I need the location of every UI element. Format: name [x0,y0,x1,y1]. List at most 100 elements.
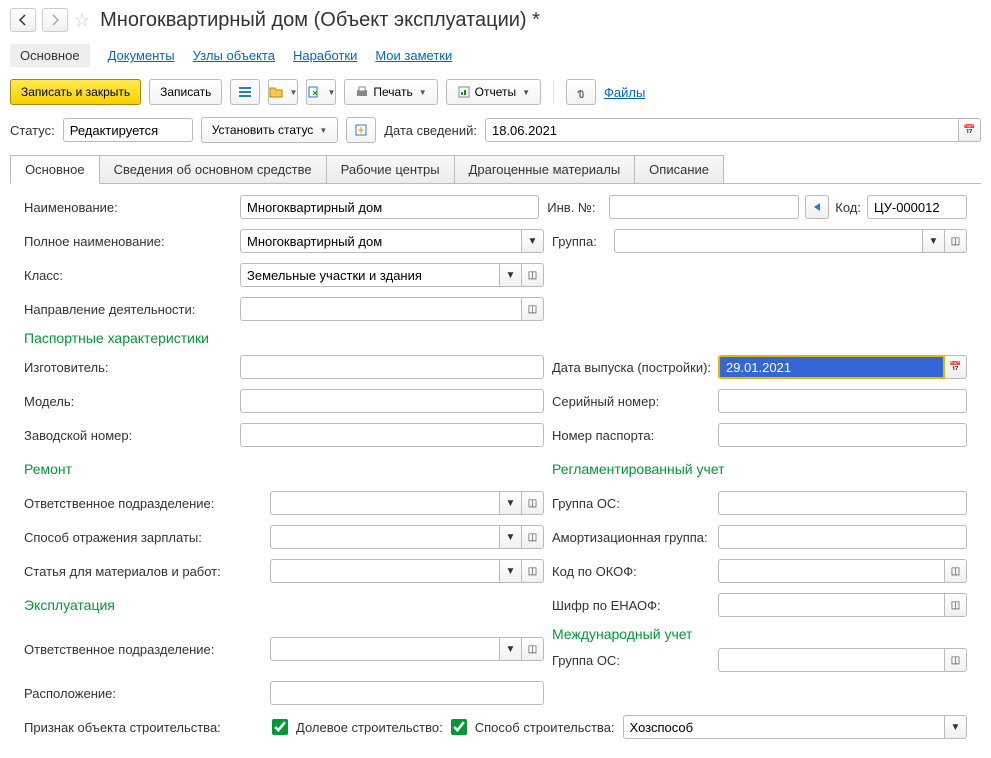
os-group2-label: Группа ОС: [552,653,712,668]
open-icon[interactable]: ◫ [945,648,967,672]
page-title: Многоквартирный дом (Объект эксплуатации… [100,9,540,32]
dropdown-icon[interactable]: ▼ [500,525,522,549]
shared-label: Долевое строительство: [296,720,443,735]
enaof-field[interactable] [718,593,945,617]
amort-field[interactable] [718,525,967,549]
print-button[interactable]: Печать▼ [344,79,437,105]
name-field[interactable] [240,195,539,219]
favorite-star-icon[interactable]: ☆ [74,10,90,31]
shared-checkbox[interactable] [451,719,467,735]
resp2-label: Ответственное подразделение: [24,642,264,657]
constr-checkbox[interactable] [272,719,288,735]
dropdown-icon[interactable]: ▼ [945,715,967,739]
maker-label: Изготовитель: [24,360,234,375]
resp-label: Ответственное подразделение: [24,496,264,511]
open-icon[interactable]: ◫ [522,297,544,321]
regl-section: Регламентированный учет [552,461,725,477]
nav-tabs: Основное Документы Узлы объекта Наработк… [0,40,991,71]
nav-notes[interactable]: Мои заметки [375,48,452,63]
repair-section: Ремонт [24,461,72,477]
article-label: Статья для материалов и работ: [24,564,264,579]
status-label: Статус: [10,123,55,138]
status-field[interactable] [63,118,193,142]
info-date-field[interactable] [485,118,959,142]
factory-field[interactable] [240,423,544,447]
files-link[interactable]: Файлы [604,85,645,100]
forward-button[interactable] [42,8,68,32]
constr-label: Признак объекта строительства: [24,720,264,735]
release-label: Дата выпуска (постройки): [552,360,712,375]
dropdown-icon[interactable]: ▼ [500,491,522,515]
article-field[interactable] [270,559,500,583]
open-icon[interactable]: ◫ [945,593,967,617]
tab-centers[interactable]: Рабочие центры [326,155,455,184]
save-close-button[interactable]: Записать и закрыть [10,79,141,105]
tab-main[interactable]: Основное [10,155,100,184]
back-button[interactable] [10,8,36,32]
folder-icon-button[interactable]: ▼ [268,79,298,105]
resp2-field[interactable] [270,637,500,661]
nav-docs[interactable]: Документы [108,48,175,63]
group-field[interactable] [614,229,923,253]
open-icon[interactable]: ◫ [945,559,967,583]
open-icon[interactable]: ◫ [522,263,544,287]
attach-button[interactable] [566,79,596,105]
refresh-button[interactable] [346,117,376,143]
open-icon[interactable]: ◫ [522,559,544,583]
class-field[interactable] [240,263,500,287]
passport-no-label: Номер паспорта: [552,428,712,443]
tab-asset[interactable]: Сведения об основном средстве [99,155,327,184]
amort-label: Амортизационная группа: [552,530,712,545]
open-icon[interactable]: ◫ [522,491,544,515]
dropdown-icon[interactable]: ▼ [500,263,522,287]
code-label: Код: [835,200,861,215]
list-icon-button[interactable] [230,79,260,105]
serial-field[interactable] [718,389,967,413]
code-field[interactable] [867,195,967,219]
nav-nodes[interactable]: Узлы объекта [193,48,275,63]
open-icon[interactable]: ◫ [945,229,967,253]
activity-field[interactable] [240,297,522,321]
info-date-label: Дата сведений: [384,123,477,138]
os-group2-field[interactable] [718,648,945,672]
os-group-field[interactable] [718,491,967,515]
open-icon[interactable]: ◫ [522,525,544,549]
maker-field[interactable] [240,355,544,379]
fill-arrow-icon[interactable] [805,195,829,219]
tab-desc[interactable]: Описание [634,155,724,184]
set-status-button[interactable]: Установить статус▼ [201,117,339,143]
form-tabs: Основное Сведения об основном средстве Р… [10,155,981,184]
open-icon[interactable]: ◫ [522,637,544,661]
calendar-icon[interactable]: 📅 [945,355,967,379]
method-field[interactable] [623,715,945,739]
enaof-label: Шифр по ЕНАОФ: [552,598,712,613]
expl-section: Эксплуатация [24,597,115,613]
dropdown-icon[interactable]: ▼ [500,637,522,661]
resp-field[interactable] [270,491,500,515]
okof-field[interactable] [718,559,945,583]
model-label: Модель: [24,394,234,409]
passport-no-field[interactable] [718,423,967,447]
fullname-field[interactable] [240,229,522,253]
calendar-icon[interactable]: 📅 [959,118,981,142]
intl-section: Международный учет [552,626,692,642]
save-button[interactable]: Записать [149,79,222,105]
serial-label: Серийный номер: [552,394,712,409]
model-field[interactable] [240,389,544,413]
release-field[interactable] [718,355,945,379]
dropdown-icon[interactable]: ▼ [500,559,522,583]
nav-work[interactable]: Наработки [293,48,357,63]
factory-label: Заводской номер: [24,428,234,443]
class-label: Класс: [24,268,234,283]
dropdown-icon[interactable]: ▼ [923,229,945,253]
inv-label: Инв. №: [547,200,603,215]
copy-icon-button[interactable]: ▼ [306,79,336,105]
salary-field[interactable] [270,525,500,549]
activity-label: Направление деятельности: [24,302,234,317]
dropdown-icon[interactable]: ▼ [522,229,544,253]
reports-button[interactable]: Отчеты▼ [446,79,541,105]
nav-main[interactable]: Основное [10,44,90,67]
inv-field[interactable] [609,195,799,219]
location-field[interactable] [270,681,544,705]
tab-precious[interactable]: Драгоценные материалы [454,155,636,184]
